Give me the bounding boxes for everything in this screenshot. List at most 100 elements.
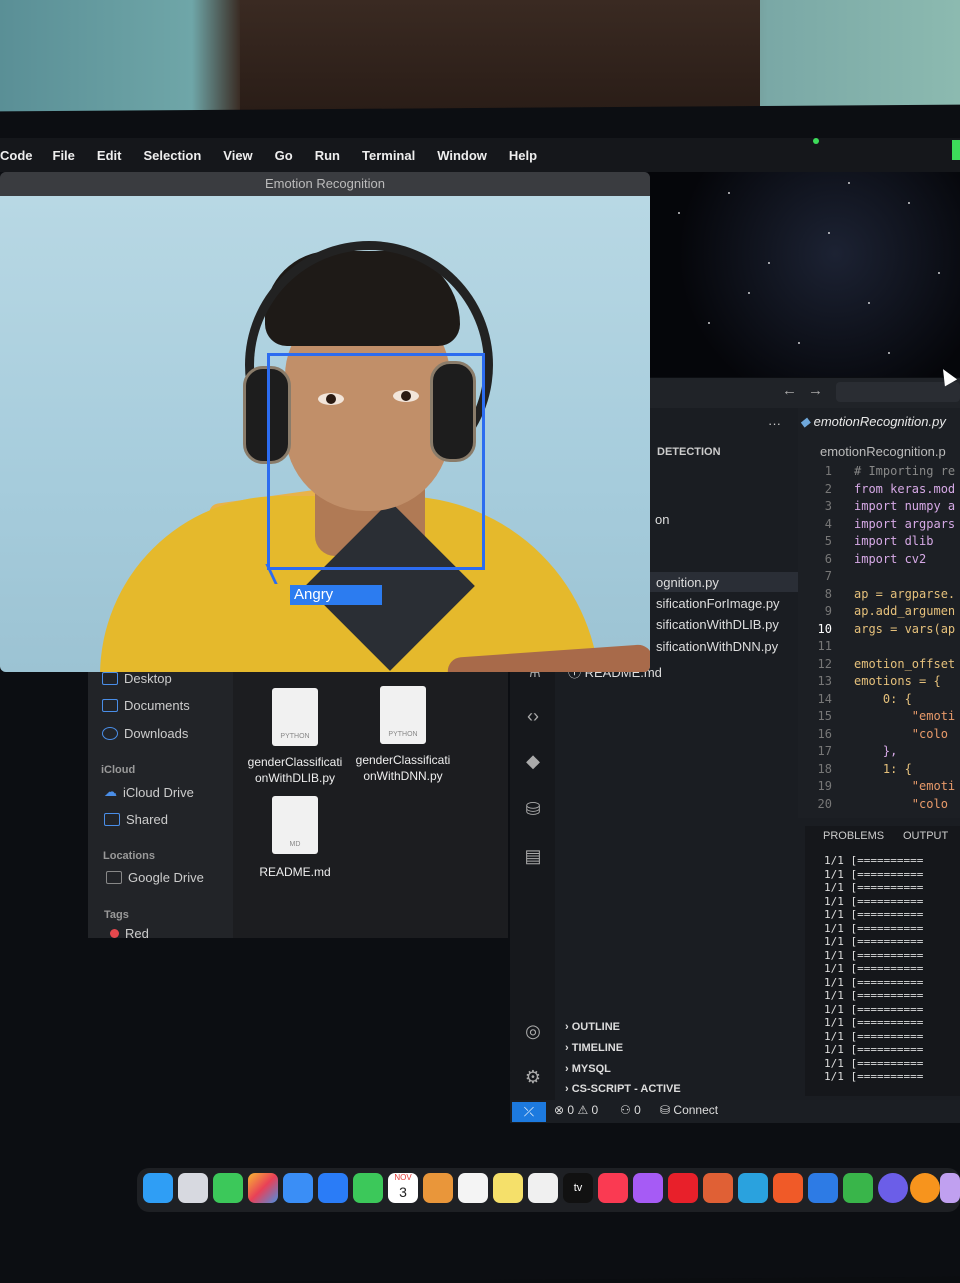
code-line: "emoti bbox=[854, 709, 956, 723]
calendar-day: 3 bbox=[399, 1184, 407, 1200]
ports-status[interactable]: ⚇ 0 bbox=[620, 1103, 641, 1117]
sidebar-section-icloud: iCloud bbox=[101, 764, 136, 776]
menu-selection[interactable]: Selection bbox=[143, 148, 201, 163]
explorer-partial-item[interactable]: on bbox=[655, 512, 669, 527]
keynote-icon[interactable] bbox=[808, 1173, 838, 1203]
partial-app-icon[interactable] bbox=[940, 1173, 960, 1203]
settings-gear-icon[interactable]: ⚙ bbox=[522, 1066, 544, 1088]
home-icon[interactable] bbox=[423, 1173, 453, 1203]
section-outline[interactable]: › OUTLINE bbox=[565, 1021, 620, 1033]
python-file-icon[interactable]: PYTHON bbox=[380, 686, 426, 744]
telegram-icon[interactable] bbox=[738, 1173, 768, 1203]
emotion-recognition-window: Emotion Recognition Angry bbox=[0, 172, 650, 672]
menu-terminal[interactable]: Terminal bbox=[362, 148, 415, 163]
facetime-icon[interactable] bbox=[353, 1173, 383, 1203]
section-label: MYSQL bbox=[571, 1063, 611, 1075]
output-line: 1/1 [========== bbox=[824, 1056, 924, 1070]
calendar-icon[interactable]: NOV 3 bbox=[388, 1173, 418, 1203]
file-name[interactable]: genderClassificati onWithDNN.py bbox=[348, 752, 458, 784]
drive-icon bbox=[106, 871, 122, 884]
launchpad-icon[interactable] bbox=[178, 1173, 208, 1203]
apple-tv-icon[interactable]: tv bbox=[563, 1173, 593, 1203]
menu-edit[interactable]: Edit bbox=[97, 148, 122, 163]
app-store-icon[interactable] bbox=[318, 1173, 348, 1203]
command-center-search[interactable] bbox=[836, 382, 960, 402]
mail-icon[interactable] bbox=[283, 1173, 313, 1203]
file-name[interactable]: README.md bbox=[240, 864, 350, 880]
tab-emotion-recognition[interactable]: ◆ emotionRecognition.py bbox=[800, 414, 946, 430]
sidebar-item-icloud-drive[interactable]: ☁ iCloud Drive bbox=[104, 784, 194, 800]
python-file-icon[interactable]: PYTHON bbox=[272, 688, 318, 746]
account-icon[interactable]: ◎ bbox=[522, 1020, 544, 1042]
sidebar-label: Documents bbox=[124, 698, 190, 713]
menu-view[interactable]: View bbox=[223, 148, 252, 163]
arc-browser-icon[interactable] bbox=[878, 1173, 908, 1203]
sidebar-item-google-drive[interactable]: Google Drive bbox=[106, 870, 204, 885]
downloads-icon bbox=[102, 727, 118, 740]
problems-status[interactable]: ⊗ 0 ⚠ 0 bbox=[554, 1103, 598, 1117]
numbers-icon[interactable] bbox=[843, 1173, 873, 1203]
explorer-section-title[interactable]: DETECTION bbox=[657, 446, 721, 458]
menu-file[interactable]: File bbox=[53, 148, 75, 163]
line-number: 8 bbox=[824, 586, 832, 601]
python-icon[interactable]: ◆ bbox=[522, 750, 544, 772]
calendar-month: NOV bbox=[394, 1173, 412, 1182]
menu-window[interactable]: Window bbox=[437, 148, 487, 163]
code-lines[interactable]: 1 # Importing re 2 from keras.mod 3 import … bbox=[800, 464, 960, 814]
python-file-icon: ◆ bbox=[800, 414, 814, 429]
explorer-file[interactable]: sificationWithDLIB.py bbox=[656, 617, 779, 632]
sun-app-icon[interactable] bbox=[910, 1173, 940, 1203]
sidebar-item-desktop[interactable]: Desktop bbox=[102, 671, 172, 686]
duckduckgo-icon[interactable] bbox=[703, 1173, 733, 1203]
menu-go[interactable]: Go bbox=[275, 148, 293, 163]
output-line: 1/1 [========== bbox=[824, 1029, 924, 1043]
brave-icon[interactable] bbox=[773, 1173, 803, 1203]
line-number: 15 bbox=[817, 709, 832, 723]
remote-indicator-icon[interactable]: ⤫ bbox=[512, 1102, 546, 1122]
output-line: 1/1 [========== bbox=[824, 989, 924, 1002]
tab-problems[interactable]: PROBLEMS bbox=[823, 830, 884, 842]
sidebar-label: Desktop bbox=[124, 671, 172, 686]
connect-status[interactable]: ⛁ Connect bbox=[660, 1103, 718, 1117]
database-icon[interactable]: ⛁ bbox=[522, 798, 544, 820]
menu-run[interactable]: Run bbox=[315, 148, 340, 163]
output-line: 1/1 [========== bbox=[824, 1002, 924, 1016]
menu-app-name[interactable]: Code bbox=[0, 148, 33, 163]
sidebar-item-tag-red[interactable]: Red bbox=[110, 928, 149, 938]
forward-arrow-icon[interactable]: → bbox=[808, 382, 823, 399]
section-timeline[interactable]: › TIMELINE bbox=[565, 1042, 623, 1054]
section-cs-script[interactable]: › CS-SCRIPT - ACTIVE bbox=[565, 1083, 681, 1095]
window-title[interactable]: Emotion Recognition bbox=[0, 172, 650, 196]
freeform-icon[interactable] bbox=[528, 1173, 558, 1203]
sidebar-item-downloads[interactable]: Downloads bbox=[102, 726, 188, 741]
podcasts-icon[interactable] bbox=[633, 1173, 663, 1203]
opera-icon[interactable] bbox=[668, 1173, 698, 1203]
more-actions-icon[interactable]: ··· bbox=[768, 416, 781, 431]
finder-icon[interactable] bbox=[143, 1173, 173, 1203]
tab-output[interactable]: OUTPUT bbox=[903, 830, 948, 842]
music-icon[interactable] bbox=[598, 1173, 628, 1203]
breadcrumb[interactable]: emotionRecognition.p bbox=[820, 444, 946, 459]
markdown-file-icon[interactable]: MD bbox=[272, 796, 318, 854]
output-line: 1/1 [========== bbox=[824, 867, 924, 881]
notebook-icon[interactable]: ▤ bbox=[522, 845, 544, 867]
section-mysql[interactable]: › MYSQL bbox=[565, 1063, 611, 1075]
explorer-file[interactable]: sificationWithDNN.py bbox=[656, 639, 778, 654]
photos-icon[interactable] bbox=[248, 1173, 278, 1203]
code-line: }, bbox=[854, 744, 898, 758]
file-name[interactable]: genderClassificati onWithDLIB.py bbox=[240, 754, 350, 786]
back-arrow-icon[interactable]: ← bbox=[782, 382, 797, 399]
line-number: 1 bbox=[824, 464, 832, 478]
messages-icon[interactable] bbox=[213, 1173, 243, 1203]
sidebar-item-shared[interactable]: Shared bbox=[104, 812, 168, 827]
sidebar-section-tags: Tags bbox=[104, 909, 129, 921]
code-snippet-icon[interactable]: ‹› bbox=[522, 705, 544, 727]
explorer-file[interactable]: ognition.py bbox=[656, 575, 719, 590]
explorer-file[interactable]: sificationForImage.py bbox=[656, 596, 780, 611]
notes-icon[interactable] bbox=[493, 1173, 523, 1203]
line-number: 3 bbox=[824, 499, 832, 513]
sidebar-item-documents[interactable]: Documents bbox=[102, 698, 190, 713]
menu-help[interactable]: Help bbox=[509, 148, 537, 163]
reminders-icon[interactable] bbox=[458, 1173, 488, 1203]
document-icon bbox=[102, 699, 118, 712]
